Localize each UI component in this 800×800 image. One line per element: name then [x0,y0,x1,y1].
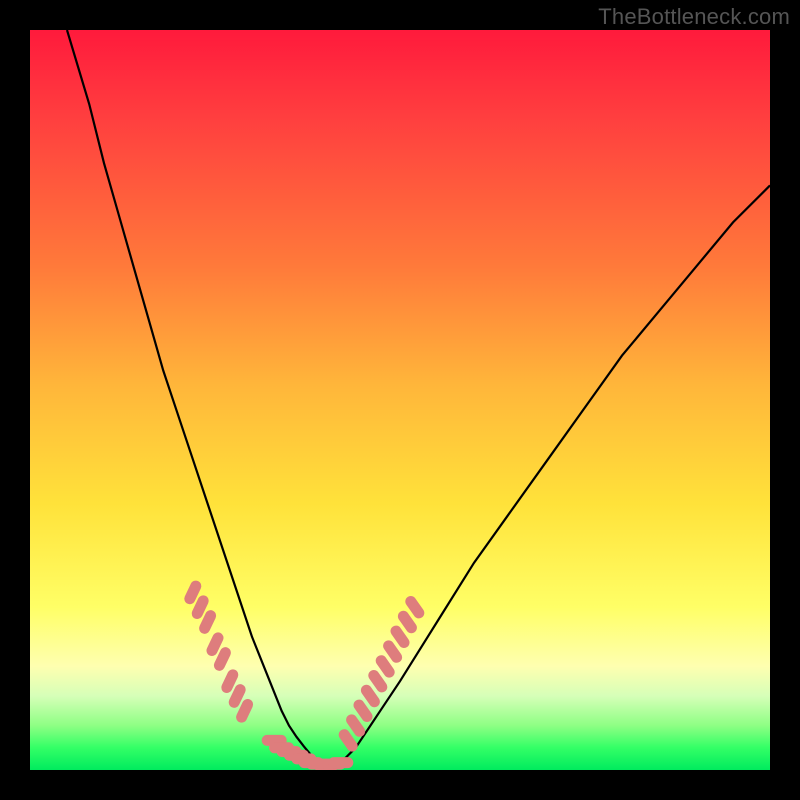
marker-dot [366,690,374,701]
marker-dot [411,602,419,613]
marker-dot [344,735,352,746]
marker-dot [212,638,218,651]
marker-dot [381,661,389,672]
plot-area [30,30,770,770]
marker-dot [205,616,211,629]
marker-dot [234,690,240,703]
marker-dot [219,653,225,666]
chart-frame: TheBottleneck.com [0,0,800,800]
marker-dot [197,601,203,614]
marker-dot [389,646,397,657]
marker-dot [227,675,233,688]
marker-dot [242,705,248,718]
marker-dot [352,720,360,731]
marker-dot [374,676,382,687]
marker-dot [359,705,367,716]
marker-dot [190,586,196,599]
marker-dot [403,616,411,627]
marker-dot [396,631,404,642]
marker-group [190,586,419,766]
chart-svg [30,30,770,770]
bottleneck-curve [67,30,770,766]
watermark-text: TheBottleneck.com [598,4,790,30]
